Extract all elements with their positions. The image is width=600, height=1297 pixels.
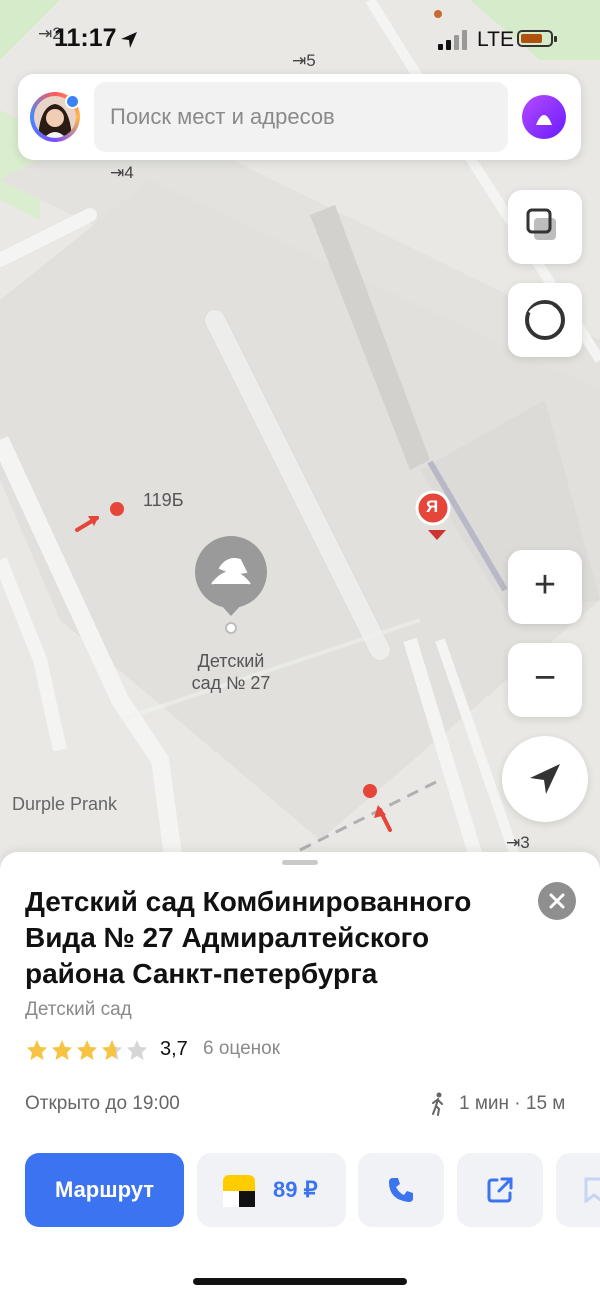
layers-button[interactable] [508, 190, 582, 264]
bookmark-icon [584, 1177, 600, 1203]
taxi-icon [223, 1175, 255, 1207]
status-bar: 11:17 LTE [0, 22, 600, 58]
share-button[interactable] [457, 1153, 543, 1227]
bookmark-button[interactable] [556, 1153, 600, 1227]
battery-icon [517, 30, 557, 47]
star-icon [52, 1040, 72, 1060]
walking-distance: 1 мин · 15 м [430, 1092, 565, 1116]
avatar[interactable] [30, 92, 80, 142]
location-arrow-icon [121, 32, 137, 48]
taxi-price: 89 ₽ [273, 1177, 318, 1202]
entrance-icon: ⇥ [110, 163, 125, 182]
panorama-button[interactable] [508, 283, 582, 357]
entrance-dot[interactable] [363, 784, 377, 798]
network-type: LTE [477, 28, 514, 51]
opening-hours[interactable]: Открыто до 19:00 [25, 1093, 180, 1115]
empty-star-icon [127, 1040, 147, 1060]
entrance-label: ⇥3 [506, 833, 530, 852]
route-button[interactable]: Маршрут [25, 1153, 184, 1227]
zoom-in-button[interactable]: + [508, 550, 582, 624]
home-indicator [193, 1278, 407, 1285]
share-icon [487, 1177, 513, 1203]
plus-icon: + [533, 564, 557, 606]
entrance-icon: ⇥ [506, 833, 521, 852]
phone-icon [389, 1178, 413, 1202]
alice-icon [536, 115, 552, 125]
nearby-place-label[interactable]: Durple Prank [12, 794, 117, 815]
star-icon [27, 1040, 47, 1060]
layers-icon [526, 208, 556, 240]
zoom-out-button[interactable]: − [508, 643, 582, 717]
close-icon [549, 893, 565, 909]
my-location-button[interactable] [502, 736, 588, 822]
place-title: Детский сад Комбинированного Вида № 27 А… [25, 886, 472, 989]
yandex-pin-letter: Я [426, 497, 439, 516]
rating-value: 3,7 [160, 1038, 188, 1060]
call-button[interactable] [358, 1153, 444, 1227]
search-bar: Поиск мест и адресов [18, 74, 581, 160]
entrance-dot[interactable] [110, 502, 124, 516]
navigation-arrow-icon [530, 764, 560, 794]
poi-label[interactable]: Детский сад № 27 [181, 650, 281, 694]
notification-dot [65, 94, 80, 109]
entrance-label: ⇥4 [110, 163, 134, 182]
building-number-label: 119Б [143, 490, 184, 510]
place-card: Детский сад Комбинированного Вида № 27 А… [0, 852, 600, 1297]
close-button[interactable] [538, 882, 576, 920]
walking-icon [432, 1092, 443, 1116]
status-time: 11:17 [54, 24, 117, 52]
minus-icon: − [533, 657, 557, 699]
star-icon [77, 1040, 97, 1060]
panorama-icon [525, 300, 565, 340]
alice-assistant-button[interactable] [522, 95, 566, 139]
search-input[interactable]: Поиск мест и адресов [94, 82, 508, 152]
taxi-button[interactable]: 89 ₽ [197, 1153, 346, 1227]
half-star-icon [102, 1040, 122, 1060]
place-category: Детский сад [25, 999, 132, 1020]
signal-icon [438, 30, 468, 50]
rating-count[interactable]: 6 оценок [203, 1038, 280, 1060]
drag-handle[interactable] [282, 860, 318, 865]
map-dot [434, 10, 442, 18]
